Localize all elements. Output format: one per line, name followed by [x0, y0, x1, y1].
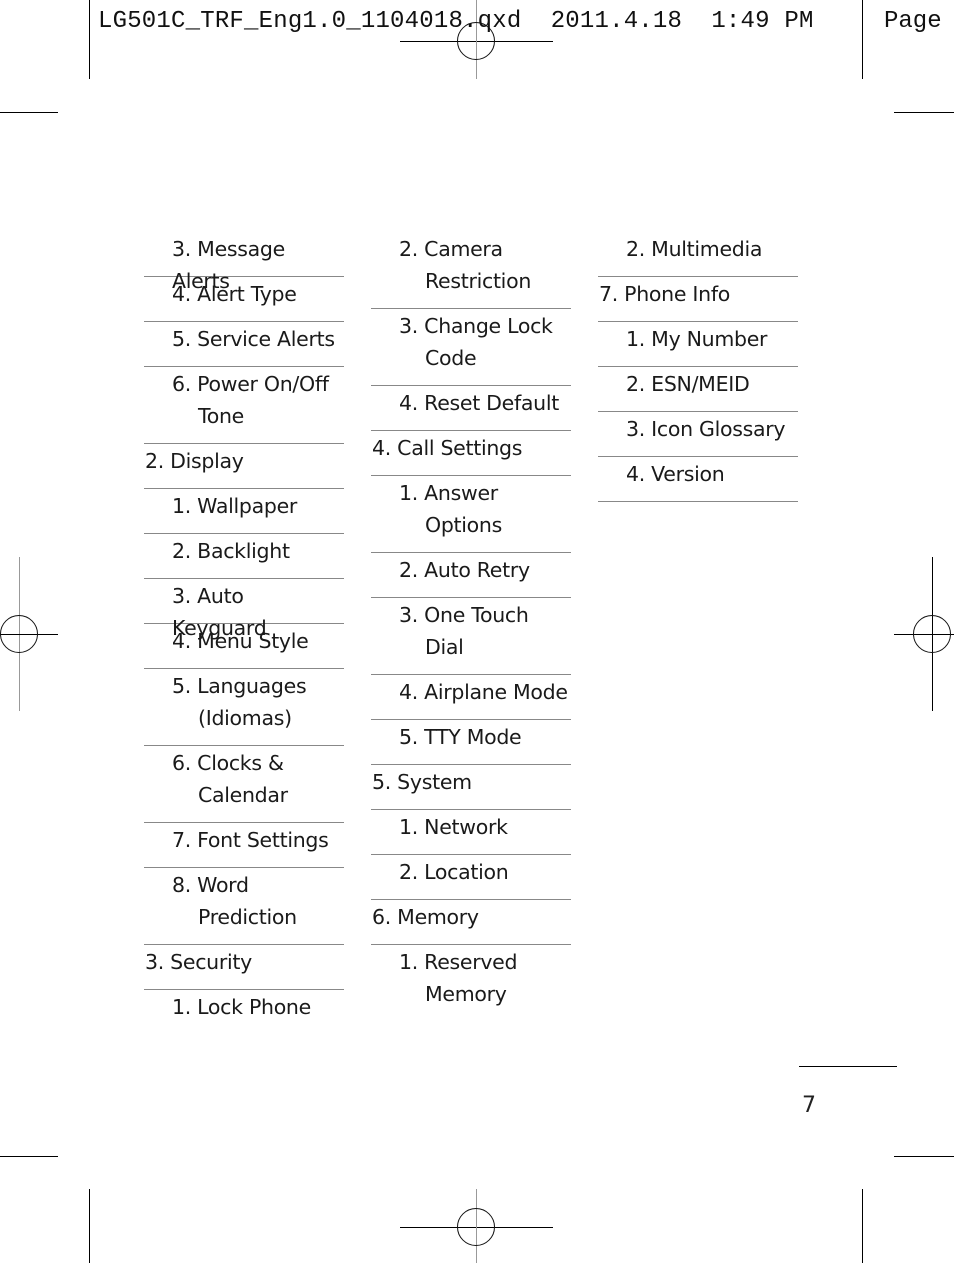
menu-item: 6. Power On/Off Tone — [144, 367, 344, 444]
menu-item-label-continued: Calendar — [198, 783, 288, 807]
print-slug: LG501C_TRF_Eng1.0_1104018.qxd 2011.4.18 … — [98, 8, 814, 35]
crop-mark-bottom-right-vertical — [862, 1189, 863, 1263]
slug-date: 2011.4.18 — [550, 8, 683, 35]
menu-item-label: 3. One Touch — [399, 603, 529, 627]
menu-item: 7. Font Settings — [144, 823, 344, 868]
menu-item: 1. Answer Options — [371, 476, 571, 553]
menu-item: 4. Menu Style — [144, 624, 344, 669]
menu-item-label: 7. Phone Info — [599, 282, 730, 306]
crop-mark-top-right-horizontal — [894, 112, 954, 113]
menu-item: 2. Location — [371, 855, 571, 900]
footer-rule — [799, 1066, 897, 1067]
menu-item: 4. Version — [598, 457, 798, 502]
menu-item-label: 6. Clocks & — [172, 751, 284, 775]
menu-item: 3. Message Alerts — [144, 232, 344, 293]
crop-mark-bottom-right-horizontal — [894, 1156, 954, 1157]
menu-item: 3. One Touch Dial — [371, 598, 571, 675]
menu-item: 1. Lock Phone — [144, 990, 344, 1035]
menu-item-label-continued: (Idiomas) — [198, 706, 292, 730]
crop-mark-top-left-vertical — [89, 0, 90, 79]
menu-item-label-continued: Memory — [425, 982, 507, 1006]
menu-item: 5. TTY Mode — [371, 720, 571, 765]
slug-filename: LG501C_TRF_Eng1.0_1104018.qxd — [98, 8, 522, 35]
menu-item-label: 4. Version — [626, 462, 725, 486]
menu-item-label: 6. Power On/Off — [172, 372, 329, 396]
page-number: 7 — [802, 1093, 816, 1118]
menu-item-label: 6. Memory — [372, 905, 479, 929]
crop-mark-bottom-left-vertical — [89, 1189, 90, 1263]
menu-item: 2. Auto Retry — [371, 553, 571, 598]
menu-item: 3. Icon Glossary — [598, 412, 798, 457]
menu-item-label: 1. Wallpaper — [172, 494, 298, 518]
menu-item: 8. Word Prediction — [144, 868, 344, 945]
menu-item-label: 1. Answer — [399, 481, 498, 505]
menu-item-label: 2. Location — [399, 860, 509, 884]
menu-section-heading: 7. Phone Info — [598, 277, 798, 322]
crop-mark-bottom-left-horizontal — [0, 1156, 58, 1157]
menu-column-2: 2. Camera Restriction 3. Change Lock Code 4.… — [371, 232, 571, 1022]
menu-item-label: 5. Service Alerts — [172, 327, 335, 351]
menu-item-label: 4. Menu Style — [172, 629, 309, 653]
menu-item-label: 5. System — [372, 770, 472, 794]
menu-column-1: 3. Message Alerts 4. Alert Type 5. Service… — [144, 232, 344, 1035]
reg-mark-bottom-circle — [457, 1208, 495, 1246]
menu-item: 4. Alert Type — [144, 277, 344, 322]
menu-item-label: 1. My Number — [626, 327, 768, 351]
menu-item-label: 7. Font Settings — [172, 828, 329, 852]
menu-item: 2. ESN/MEID — [598, 367, 798, 412]
menu-section-heading: 3. Security — [144, 945, 344, 990]
menu-item-label: 5. TTY Mode — [399, 725, 522, 749]
menu-item-label: 4. Call Settings — [372, 436, 523, 460]
menu-item-label: 2. Display — [145, 449, 244, 473]
menu-item: 6. Clocks & Calendar — [144, 746, 344, 823]
menu-item: 1. My Number — [598, 322, 798, 367]
menu-section-heading: 6. Memory — [371, 900, 571, 945]
menu-item-label: 1. Network — [399, 815, 508, 839]
reg-mark-left-circle — [0, 615, 38, 653]
menu-section-heading: 2. Display — [144, 444, 344, 489]
menu-item: 2. Backlight — [144, 534, 344, 579]
menu-item-label-continued: Prediction — [198, 905, 297, 929]
slug-page-label: Page — [884, 8, 942, 35]
menu-item: 3. Change Lock Code — [371, 309, 571, 386]
menu-item-label: 3. Change Lock — [399, 314, 553, 338]
crop-mark-top-left-horizontal — [0, 112, 58, 113]
crop-mark-top-right-vertical — [862, 0, 863, 79]
menu-item: 5. Service Alerts — [144, 322, 344, 367]
menu-item: 5. Languages (Idiomas) — [144, 669, 344, 746]
menu-column-3: 2. Multimedia 7. Phone Info 1. My Number 2.… — [598, 232, 798, 502]
menu-item-label: 2. Multimedia — [626, 237, 763, 261]
menu-item-label-continued: Options — [425, 513, 502, 537]
reg-mark-right-circle — [913, 615, 951, 653]
menu-item-label-continued: Dial — [425, 635, 464, 659]
menu-item-label-continued: Restriction — [425, 269, 532, 293]
menu-item-label: 4. Airplane Mode — [399, 680, 568, 704]
menu-item-label: 5. Languages — [172, 674, 307, 698]
reg-mark-top-circle — [457, 22, 495, 60]
menu-item: 1. Wallpaper — [144, 489, 344, 534]
menu-item-label: 4. Alert Type — [172, 282, 297, 306]
menu-section-heading: 5. System — [371, 765, 571, 810]
menu-item-label-continued: Tone — [198, 404, 244, 428]
menu-item-label: 2. Backlight — [172, 539, 290, 563]
menu-item-label: 1. Lock Phone — [172, 995, 311, 1019]
menu-section-heading: 4. Call Settings — [371, 431, 571, 476]
menu-item-label: 8. Word — [172, 873, 249, 897]
menu-item-label: 2. Auto Retry — [399, 558, 530, 582]
menu-item-label: 3. Icon Glossary — [626, 417, 786, 441]
menu-item-label: 1. Reserved — [399, 950, 518, 974]
menu-item-label: 2. Camera — [399, 237, 503, 261]
menu-item: 2. Camera Restriction — [371, 232, 571, 309]
menu-item: 4. Reset Default — [371, 386, 571, 431]
slug-time: 1:49 PM — [711, 8, 814, 35]
menu-item: 4. Airplane Mode — [371, 675, 571, 720]
menu-item: 3. Auto Keyguard — [144, 579, 344, 640]
menu-item-label: 4. Reset Default — [399, 391, 559, 415]
menu-item: 1. Network — [371, 810, 571, 855]
menu-item-label: 3. Security — [145, 950, 252, 974]
menu-item: 1. Reserved Memory — [371, 945, 571, 1022]
menu-item: 2. Multimedia — [598, 232, 798, 277]
menu-item-label: 2. ESN/MEID — [626, 372, 750, 396]
menu-item-label-continued: Code — [425, 346, 477, 370]
